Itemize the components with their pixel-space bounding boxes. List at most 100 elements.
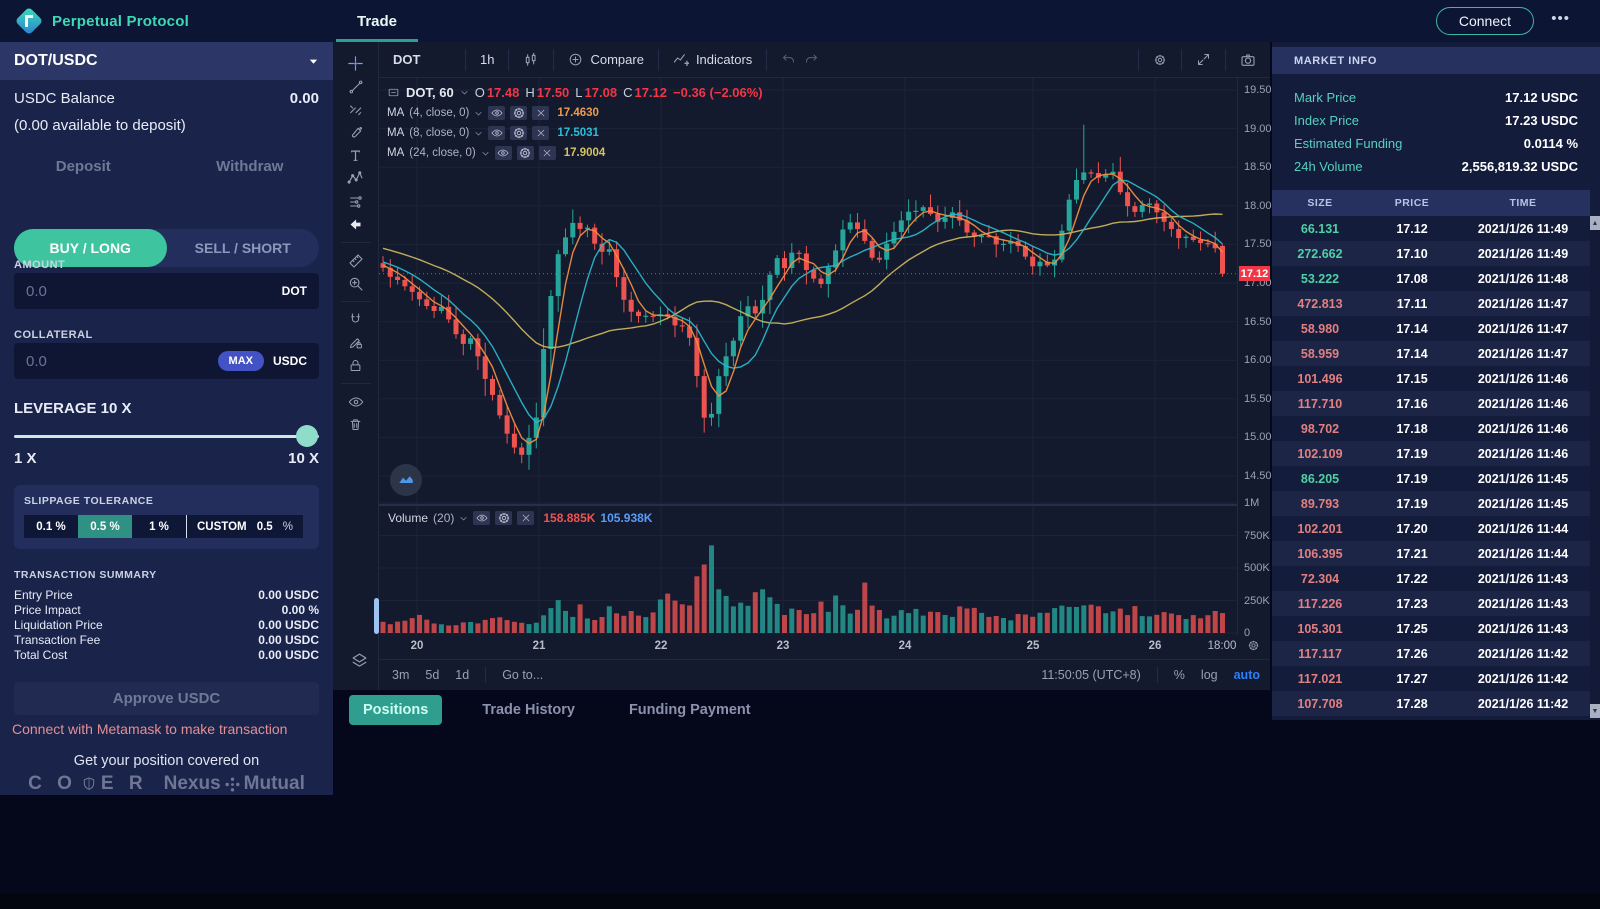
trade-row: 472.81317.112021/1/26 11:47 xyxy=(1272,291,1590,316)
tab-trade[interactable]: Trade xyxy=(336,0,418,42)
leverage-slider-knob[interactable] xyxy=(296,425,318,447)
scroll-down-icon[interactable]: ▼ xyxy=(1590,704,1600,718)
slippage-option[interactable]: 0.5 % xyxy=(78,515,132,538)
divider xyxy=(341,383,371,384)
chart-style-icon[interactable] xyxy=(509,42,553,78)
undo-icon[interactable] xyxy=(767,42,800,78)
deposit-button[interactable]: Deposit xyxy=(0,158,167,175)
price-axis[interactable]: 19.5019.0018.5018.0017.5017.0016.5016.00… xyxy=(1237,78,1270,635)
pane-logo-badge[interactable] xyxy=(390,464,422,496)
volume-tick: 250K xyxy=(1244,595,1270,607)
chevron-down-icon[interactable] xyxy=(460,88,469,97)
brand[interactable]: Perpetual Protocol xyxy=(16,8,189,34)
chart-canvas[interactable] xyxy=(379,78,1237,635)
chevron-down-icon[interactable] xyxy=(481,149,490,158)
symbol-button[interactable]: DOT xyxy=(379,42,465,78)
remove-drawings-icon[interactable] xyxy=(341,413,371,436)
range-button[interactable]: 1d xyxy=(455,668,469,682)
fib-retracement-icon[interactable] xyxy=(341,98,371,121)
time-axis[interactable]: 2021222324252618:00 xyxy=(379,635,1270,660)
amount-field[interactable]: 0.0 DOT xyxy=(14,273,319,309)
percent-scale-button[interactable]: % xyxy=(1174,668,1185,682)
stay-in-drawing-mode-icon[interactable] xyxy=(341,331,371,354)
slippage-option[interactable]: 0.1 % xyxy=(24,515,78,538)
sell-short-button[interactable]: SELL / SHORT xyxy=(167,229,320,267)
trade-row: 105.30117.252021/1/26 11:43 xyxy=(1272,616,1590,641)
xabcd-pattern-icon[interactable] xyxy=(341,167,371,190)
trendline-icon[interactable] xyxy=(341,75,371,98)
crosshair-icon[interactable] xyxy=(341,52,371,75)
chevron-down-icon[interactable] xyxy=(459,514,468,523)
trades-scrollbar[interactable]: ▲ ▼ xyxy=(1590,216,1600,718)
time-tick: 18:00 xyxy=(1208,640,1237,652)
more-menu-button[interactable]: ••• xyxy=(1551,10,1570,27)
indicator-settings-icon[interactable] xyxy=(495,511,512,525)
collapse-pane-icon[interactable] xyxy=(387,86,400,99)
arrow-marker-icon[interactable] xyxy=(341,213,371,236)
interval-button[interactable]: 1h xyxy=(466,42,508,78)
nexus-mutual-logo[interactable]: Nexus Mutual xyxy=(164,773,305,795)
indicators-icon xyxy=(673,52,689,68)
trade-row: 117.22617.232021/1/26 11:43 xyxy=(1272,591,1590,616)
forecast-icon[interactable] xyxy=(341,190,371,213)
withdraw-button[interactable]: Withdraw xyxy=(167,158,334,175)
remove-indicator-icon[interactable] xyxy=(517,511,534,525)
remove-indicator-icon[interactable] xyxy=(532,126,549,140)
price-tick: 19.50 xyxy=(1244,84,1272,96)
measure-icon[interactable] xyxy=(341,249,371,272)
time-tick: 20 xyxy=(411,640,424,652)
brush-icon[interactable] xyxy=(341,121,371,144)
collateral-field[interactable]: 0.0 MAX USDC xyxy=(14,343,319,379)
hide-indicator-icon[interactable] xyxy=(473,511,490,525)
fullscreen-icon[interactable] xyxy=(1182,42,1225,78)
clock[interactable]: 11:50:05 (UTC+8) xyxy=(1041,668,1140,682)
range-button[interactable]: 3m xyxy=(392,668,409,682)
cover-logo[interactable]: C O E R xyxy=(28,773,147,795)
magnet-icon[interactable] xyxy=(341,308,371,331)
remove-indicator-icon[interactable] xyxy=(532,106,549,120)
slippage-option[interactable]: 1 % xyxy=(132,515,186,538)
trade-row: 86.20517.192021/1/26 11:45 xyxy=(1272,466,1590,491)
zoom-in-icon[interactable] xyxy=(341,272,371,295)
hide-indicator-icon[interactable] xyxy=(488,126,505,140)
amount-value[interactable]: 0.0 xyxy=(26,283,282,300)
metamask-note[interactable]: Connect with Metamask to make transactio… xyxy=(12,721,287,737)
text-tool-icon[interactable] xyxy=(341,144,371,167)
chart-settings-icon[interactable] xyxy=(1139,42,1181,78)
indicators-button[interactable]: Indicators xyxy=(659,42,766,78)
tab-trade-history[interactable]: Trade History xyxy=(468,695,589,725)
auto-scale-button[interactable]: auto xyxy=(1234,668,1260,682)
legend-symbol[interactable]: DOT, 60 xyxy=(406,85,454,100)
chevron-down-icon[interactable] xyxy=(474,129,483,138)
chevron-down-icon[interactable] xyxy=(474,109,483,118)
leverage-min: 1 X xyxy=(14,450,37,467)
redo-icon[interactable] xyxy=(800,42,833,78)
scroll-up-icon[interactable]: ▲ xyxy=(1590,216,1600,230)
compare-button[interactable]: Compare xyxy=(554,42,657,78)
pair-selector[interactable]: DOT/USDC xyxy=(0,42,333,80)
max-button[interactable]: MAX xyxy=(218,351,264,371)
object-tree-icon[interactable] xyxy=(344,648,374,672)
lock-drawings-icon[interactable] xyxy=(341,354,371,377)
hide-indicator-icon[interactable] xyxy=(495,146,512,160)
slippage-custom[interactable]: CUSTOM0.5% xyxy=(187,515,303,538)
range-button[interactable]: 5d xyxy=(425,668,439,682)
tab-funding-payment[interactable]: Funding Payment xyxy=(615,695,765,725)
approve-usdc-button[interactable]: Approve USDC xyxy=(14,682,319,715)
tab-positions[interactable]: Positions xyxy=(349,695,442,725)
trade-row: 117.71017.162021/1/26 11:46 xyxy=(1272,391,1590,416)
hide-drawings-icon[interactable] xyxy=(341,390,371,413)
indicator-settings-icon[interactable] xyxy=(510,106,527,120)
connect-wallet-button[interactable]: Connect xyxy=(1436,7,1534,35)
goto-button[interactable]: Go to... xyxy=(502,668,543,682)
remove-indicator-icon[interactable] xyxy=(539,146,556,160)
snapshot-icon[interactable] xyxy=(1226,42,1270,78)
hide-indicator-icon[interactable] xyxy=(488,106,505,120)
axis-settings-icon[interactable] xyxy=(1247,639,1260,652)
log-scale-button[interactable]: log xyxy=(1201,668,1218,682)
leverage-slider-track[interactable] xyxy=(14,435,319,438)
collateral-value[interactable]: 0.0 xyxy=(26,353,218,370)
indicator-settings-icon[interactable] xyxy=(510,126,527,140)
indicator-settings-icon[interactable] xyxy=(517,146,534,160)
slippage-title: SLIPPAGE TOLERANCE xyxy=(24,495,309,507)
